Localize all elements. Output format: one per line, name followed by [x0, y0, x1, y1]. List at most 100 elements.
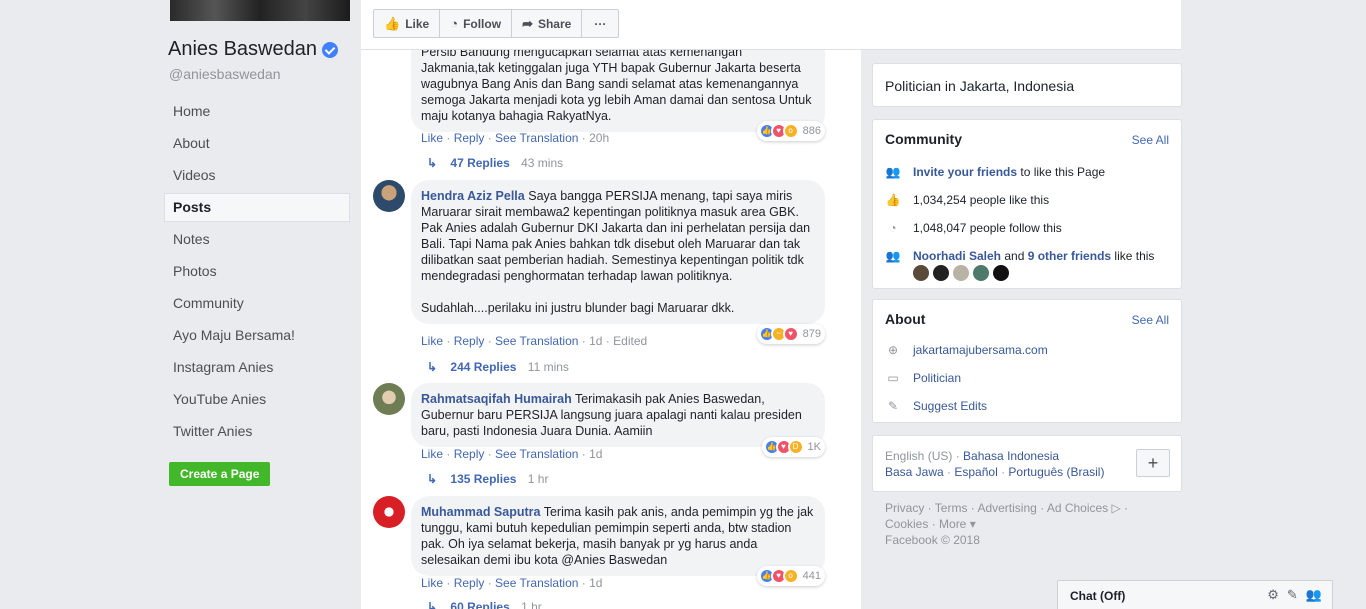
replies-count[interactable]: 60 Replies: [450, 600, 509, 609]
comment-meta: Like · Reply · See Translation · 20h: [421, 131, 610, 145]
follow-page-button[interactable]: ◔ Follow: [440, 10, 513, 37]
profile-picture-thumbnail[interactable]: [170, 0, 350, 21]
comment-reply-link[interactable]: Reply: [454, 131, 485, 145]
see-translation-link[interactable]: See Translation: [495, 576, 578, 590]
view-replies[interactable]: ↳ 135 Replies 1 hr: [427, 472, 548, 486]
community-title[interactable]: Community: [885, 131, 962, 147]
separator: ·: [952, 449, 964, 463]
avatar[interactable]: [933, 265, 949, 281]
replies-count[interactable]: 244 Replies: [450, 360, 516, 374]
nav-item-community[interactable]: Community: [164, 289, 350, 318]
nav-item-photos[interactable]: Photos: [164, 257, 350, 286]
nav-item-twitter[interactable]: Twitter Anies: [164, 417, 350, 446]
about-title[interactable]: About: [885, 311, 925, 327]
page-category[interactable]: Politician in Jakarta, Indonesia: [885, 78, 1074, 94]
view-replies[interactable]: ↳ 47 Replies 43 mins: [427, 156, 563, 170]
gear-icon[interactable]: ⚙: [1267, 587, 1279, 603]
comment-time[interactable]: 1d: [589, 334, 602, 348]
haha-reaction-icon: D: [787, 439, 804, 455]
chat-bar[interactable]: Chat (Off) ⚙ ✎ 👥: [1057, 580, 1333, 609]
avatar[interactable]: [993, 265, 1009, 281]
language-link[interactable]: Basa Jawa: [885, 465, 944, 479]
view-replies[interactable]: ↳ 244 Replies 11 mins: [427, 360, 569, 374]
avatar[interactable]: [953, 265, 969, 281]
comment-like-link[interactable]: Like: [421, 131, 443, 145]
view-replies[interactable]: ↳ 60 Replies 1 hr: [427, 600, 542, 609]
nav-item-videos[interactable]: Videos: [164, 161, 350, 190]
see-translation-link[interactable]: See Translation: [495, 447, 578, 461]
nav-item-notes[interactable]: Notes: [164, 225, 350, 254]
love-reaction-icon: ♥: [782, 326, 799, 342]
nav-item-home[interactable]: Home: [164, 97, 350, 126]
compose-icon[interactable]: ✎: [1287, 587, 1298, 603]
nav-item-youtube[interactable]: YouTube Anies: [164, 385, 350, 414]
comment-reply-link[interactable]: Reply: [454, 334, 485, 348]
follow-page-label: Follow: [463, 16, 502, 31]
comment-like-link[interactable]: Like: [421, 576, 443, 590]
replies-count[interactable]: 135 Replies: [450, 472, 516, 486]
about-see-all-link[interactable]: See All: [1132, 313, 1169, 327]
friend-link[interactable]: Noorhadi Saleh: [913, 249, 1001, 263]
language-card: English (US) · Bahasa Indonesia Basa Jaw…: [872, 435, 1182, 492]
website-link[interactable]: jakartamajubersama.com: [913, 343, 1048, 357]
reaction-summary[interactable]: 👍 ♥ o 886: [756, 121, 825, 141]
edited-label[interactable]: Edited: [613, 334, 647, 348]
comment-bubble: Hendra Aziz Pella Saya bangga PERSIJA me…: [411, 180, 825, 324]
comment-time[interactable]: 1d: [589, 576, 602, 590]
nav-item-posts[interactable]: Posts: [164, 193, 350, 222]
more-options-button[interactable]: ···: [582, 10, 618, 37]
create-page-button[interactable]: Create a Page: [169, 462, 271, 486]
reaction-summary[interactable]: 👍 ~ ♥ 879: [756, 324, 825, 344]
page-action-buttons: 👍 Like ◔ Follow ➦ Share ···: [373, 9, 620, 38]
new-group-icon[interactable]: 👥: [1306, 587, 1322, 603]
page-handle[interactable]: @aniesbaswedan: [169, 66, 281, 82]
reaction-summary[interactable]: 👍 ♥ o 441: [756, 566, 825, 586]
nav-item-about[interactable]: About: [164, 129, 350, 158]
language-link[interactable]: Português (Brasil): [1008, 465, 1104, 479]
comment-author[interactable]: Muhammad Saputra: [421, 505, 540, 519]
replies-count[interactable]: 47 Replies: [450, 156, 509, 170]
see-translation-link[interactable]: See Translation: [495, 131, 578, 145]
comment-reply-link[interactable]: Reply: [454, 576, 485, 590]
comment-text: Saya bangga PERSIJA menang, tapi saya mi…: [421, 189, 811, 283]
invite-friends-link[interactable]: Invite your friends: [913, 165, 1017, 179]
suggest-edits-link[interactable]: Suggest Edits: [913, 399, 987, 413]
avatar[interactable]: [373, 496, 405, 528]
footer-line[interactable]: Cookies · More ▾: [885, 516, 1175, 532]
footer-line[interactable]: Privacy · Terms · Advertising · Ad Choic…: [885, 500, 1175, 516]
avatar[interactable]: [913, 265, 929, 281]
invite-friends-text: to like this Page: [1017, 165, 1106, 179]
friend-avatars: [913, 265, 1013, 281]
see-translation-link[interactable]: See Translation: [495, 334, 578, 348]
avatar[interactable]: [973, 265, 989, 281]
category-link[interactable]: Politician: [913, 371, 961, 385]
other-friends-link[interactable]: 9 other friends: [1028, 249, 1111, 263]
category-icon: ▭: [887, 371, 899, 385]
comment-author[interactable]: Rahmatsaqifah Humairah: [421, 392, 572, 406]
comment-author[interactable]: Hendra Aziz Pella: [421, 189, 525, 203]
comment-reply-link[interactable]: Reply: [454, 447, 485, 461]
language-link[interactable]: Bahasa Indonesia: [963, 449, 1059, 463]
avatar[interactable]: [373, 180, 405, 212]
comment-time[interactable]: 1d: [589, 447, 602, 461]
nav-item-ayo-maju-bersama[interactable]: Ayo Maju Bersama!: [164, 321, 350, 350]
page-name-text[interactable]: Anies Baswedan: [168, 38, 317, 61]
avatar[interactable]: [373, 383, 405, 415]
language-list: English (US) · Bahasa Indonesia Basa Jaw…: [885, 448, 1125, 480]
share-page-button[interactable]: ➦ Share: [512, 10, 583, 37]
like-page-button[interactable]: 👍 Like: [374, 10, 441, 37]
language-link[interactable]: Español: [954, 465, 997, 479]
add-language-button[interactable]: +: [1136, 449, 1170, 477]
chat-status-label[interactable]: Chat (Off): [1070, 589, 1125, 603]
comment-like-link[interactable]: Like: [421, 447, 443, 461]
community-see-all-link[interactable]: See All: [1132, 133, 1169, 147]
reply-arrow-icon: ↳: [427, 360, 438, 374]
wow-reaction-icon: o: [782, 568, 799, 584]
nav-item-instagram[interactable]: Instagram Anies: [164, 353, 350, 382]
comment-like-link[interactable]: Like: [421, 334, 443, 348]
comment-time[interactable]: 20h: [589, 131, 609, 145]
comment-meta: Like · Reply · See Translation · 1d · Ed…: [421, 334, 648, 348]
page-title[interactable]: Anies Baswedan: [168, 38, 338, 61]
reaction-summary[interactable]: 👍 ♥ D 1K: [761, 437, 825, 457]
thumbs-up-icon: 👍: [885, 193, 901, 207]
